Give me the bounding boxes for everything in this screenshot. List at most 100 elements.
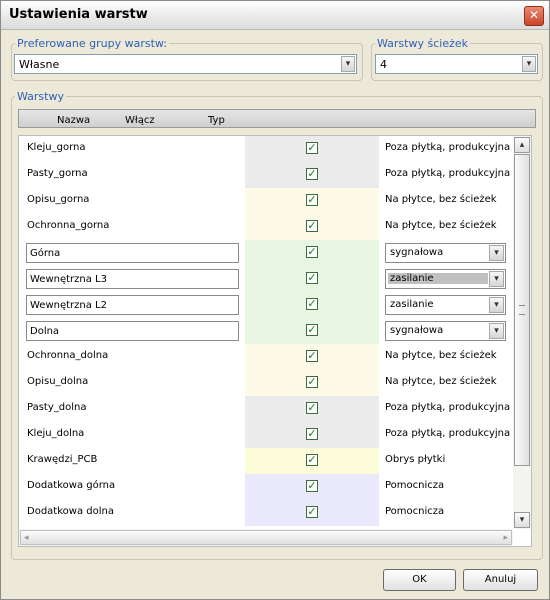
column-header-name[interactable]: Nazwa [57, 115, 90, 126]
layer-enable-checkbox[interactable]: ✓ [306, 428, 318, 440]
path-layers-select[interactable]: 4 ▾ [375, 54, 538, 74]
layer-row[interactable]: Opisu_gorna ✓ Na płytce, bez ścieżek [19, 188, 514, 214]
horizontal-scroll-thumb[interactable]: ◂ ▸ [20, 530, 512, 545]
layer-name-value: Wewnętrzna L2 [30, 300, 107, 311]
layer-row[interactable]: Pasty_dolna ✓ Poza płytką, produkcyjna [19, 396, 514, 422]
layer-name: Ochronna_dolna [27, 350, 109, 361]
layer-type: Na płytce, bez ścieżek [385, 220, 497, 231]
layer-name: Pasty_dolna [27, 402, 87, 413]
layer-type: Na płytce, bez ścieżek [385, 194, 497, 205]
layer-enable-checkbox[interactable]: ✓ [306, 220, 318, 232]
layer-name-input[interactable]: Górna [26, 243, 239, 263]
layer-settings-dialog: Ustawienia warstw ✕ Preferowane grupy wa… [0, 0, 550, 600]
layer-type: Obrys płytki [385, 454, 446, 465]
layer-row[interactable]: Górna ✓ sygnałowa ▾ [19, 240, 514, 266]
layer-type-value: sygnałowa [390, 325, 444, 336]
layer-enable-checkbox[interactable]: ✓ [306, 324, 318, 336]
path-layers-legend: Warstwy ścieżek [377, 37, 468, 50]
layer-enable-checkbox[interactable]: ✓ [306, 272, 318, 284]
layer-type: Pomocnicza [385, 506, 445, 517]
chevron-down-icon[interactable]: ▾ [489, 323, 504, 339]
layer-name-value: Dolna [30, 326, 60, 337]
layer-row[interactable]: Kleju_gorna ✓ Poza płytką, produkcyjna [19, 136, 514, 162]
layer-type-select[interactable]: zasilanie ▾ [385, 295, 506, 315]
layer-enable-checkbox[interactable]: ✓ [306, 298, 318, 310]
layer-row[interactable]: Dolna ✓ sygnałowa ▾ [19, 318, 514, 344]
chevron-down-icon[interactable]: ▾ [341, 56, 355, 72]
layers-list[interactable]: Dodatkowa dolna ✓ Pomocnicza Dodatkowa górn… [18, 135, 532, 547]
horizontal-scrollbar[interactable]: ◂ ▸ [19, 529, 513, 546]
title-bar: Ustawienia warstw ✕ [1, 1, 549, 30]
scroll-left-icon[interactable]: ◂ [24, 531, 29, 545]
chevron-down-icon[interactable]: ▾ [489, 297, 504, 313]
preferred-groups-legend: Preferowane grupy warstw: [17, 37, 167, 50]
layer-type-value: zasilanie [390, 299, 434, 310]
scroll-up-button[interactable]: ▴ [514, 137, 530, 153]
preferred-groups-select[interactable]: Własne ▾ [14, 54, 357, 74]
layer-type: Poza płytką, produkcyjna [385, 142, 511, 153]
layer-name: Kleju_dolna [27, 428, 85, 439]
layer-enable-checkbox[interactable]: ✓ [306, 350, 318, 362]
layer-name-input[interactable]: Wewnętrzna L2 [26, 295, 239, 315]
layer-name: Ochronna_gorna [27, 220, 110, 231]
layer-type-value: zasilanie [388, 273, 488, 284]
vertical-scrollbar[interactable]: ▴ ▾ [513, 136, 531, 529]
layer-type: Na płytce, bez ścieżek [385, 376, 497, 387]
grip-icon [519, 305, 525, 315]
layer-enable-checkbox[interactable]: ✓ [306, 246, 318, 258]
scroll-thumb[interactable] [514, 154, 530, 466]
layer-enable-checkbox[interactable]: ✓ [306, 168, 318, 180]
layer-row[interactable]: Kleju_dolna ✓ Poza płytką, produkcyjna [19, 422, 514, 448]
layer-name: Opisu_gorna [27, 194, 90, 205]
layer-row[interactable]: Ochronna_gorna ✓ Na płytce, bez ścieżek [19, 214, 514, 240]
cancel-button[interactable]: Anuluj [463, 569, 538, 591]
layer-name-input[interactable]: Wewnętrzna L3 [26, 269, 239, 289]
layer-enable-checkbox[interactable]: ✓ [306, 142, 318, 154]
layer-row[interactable]: Dodatkowa górna ✓ Pomocnicza [19, 474, 514, 500]
layer-row[interactable]: Dodatkowa dolna ✓ Pomocnicza [19, 500, 514, 526]
layer-type: Poza płytką, produkcyjna [385, 168, 511, 179]
layer-name: Krawędzi_PCB [27, 454, 98, 465]
layer-type: Na płytce, bez ścieżek [385, 350, 497, 361]
layer-row[interactable]: Wewnętrzna L2 ✓ zasilanie ▾ [19, 292, 514, 318]
layer-type: Pomocnicza [385, 480, 445, 491]
scroll-down-button[interactable]: ▾ [514, 512, 530, 528]
layer-type: Poza płytką, produkcyjna [385, 428, 511, 439]
layer-type-select[interactable]: sygnałowa ▾ [385, 321, 506, 341]
layer-row[interactable]: Pasty_gorna ✓ Poza płytką, produkcyjna [19, 162, 514, 188]
column-header-enable[interactable]: Włącz [125, 115, 155, 126]
layer-enable-checkbox[interactable]: ✓ [306, 376, 318, 388]
layer-name: Pasty_gorna [27, 168, 88, 179]
preferred-groups-value: Własne [19, 58, 60, 71]
layer-row[interactable]: Krawędzi_PCB ✓ Obrys płytki [19, 448, 514, 474]
close-button[interactable]: ✕ [524, 6, 544, 26]
layer-name-value: Górna [30, 248, 61, 259]
layer-name-value: Wewnętrzna L3 [30, 274, 107, 285]
column-header-type[interactable]: Typ [208, 115, 225, 126]
layer-type-value: sygnałowa [390, 247, 444, 258]
layer-enable-checkbox[interactable]: ✓ [306, 402, 318, 414]
layer-type: Poza płytką, produkcyjna [385, 402, 511, 413]
layer-row[interactable]: Opisu_dolna ✓ Na płytce, bez ścieżek [19, 370, 514, 396]
dialog-title: Ustawienia warstw [9, 7, 148, 22]
layer-name-input[interactable]: Dolna [26, 321, 239, 341]
layer-row[interactable]: Wewnętrzna L3 ✓ zasilanie ▾ [19, 266, 514, 292]
chevron-down-icon[interactable]: ▾ [522, 56, 536, 72]
layer-enable-checkbox[interactable]: ✓ [306, 506, 318, 518]
chevron-down-icon[interactable]: ▾ [489, 245, 504, 261]
layer-enable-checkbox[interactable]: ✓ [306, 194, 318, 206]
layer-name: Dodatkowa dolna [27, 506, 114, 517]
layer-name: Dodatkowa górna [27, 480, 116, 491]
layer-type-select[interactable]: sygnałowa ▾ [385, 243, 506, 263]
layers-table-header: Nazwa Włącz Typ [18, 109, 536, 128]
layer-enable-checkbox[interactable]: ✓ [306, 480, 318, 492]
chevron-down-icon[interactable]: ▾ [489, 271, 504, 287]
layer-enable-checkbox[interactable]: ✓ [306, 454, 318, 466]
layer-name: Opisu_dolna [27, 376, 89, 387]
ok-button[interactable]: OK [383, 569, 456, 591]
path-layers-value: 4 [380, 58, 387, 71]
layer-type-select[interactable]: zasilanie ▾ [385, 269, 506, 289]
layer-row[interactable]: Ochronna_dolna ✓ Na płytce, bez ścieżek [19, 344, 514, 370]
layer-name: Kleju_gorna [27, 142, 86, 153]
scroll-right-icon[interactable]: ▸ [503, 531, 508, 545]
